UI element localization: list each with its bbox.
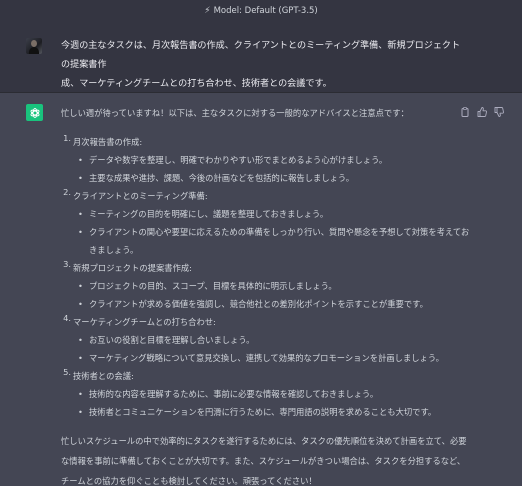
model-header: ⚡ Model: Default (GPT-3.5) [0,0,522,21]
task-point: ミーティングの目的を明確にし、議題を整理しておきましょう。 [73,205,471,223]
assistant-message-text: 忙しい週が待っていますね！以下は、主なタスクに対する一般的なアドバイスと注意点で… [61,104,471,486]
task-item: 4. マーケティングチームとの打ち合わせ: お互いの役割と目標を理解し合いましょ… [61,313,471,367]
user-message: 今週の主なタスクは、月次報告書の作成、クライアントとのミーティング準備、新規プロ… [0,21,522,93]
task-points: 技術的な内容を理解するために、事前に必要な情報を確認しておきましょう。 技術者と… [73,385,471,421]
assistant-closing: 忙しいスケジュールの中で効率的にタスクを遂行するためには、タスクの優先順位を決め… [61,436,467,486]
task-point: マーケティング戦略について意見交換し、連携して効果的なプロモーションを計画しまし… [73,349,471,367]
user-avatar [26,38,42,54]
task-point: 技術者とコミュニケーションを円滑に行うために、専門用語の説明を求めることも大切で… [73,403,471,421]
thumbs-up-icon[interactable] [477,107,487,117]
chat-page: ⚡ Model: Default (GPT-3.5) 今週の主なタスクは、月次報… [0,0,522,486]
task-point: プロジェクトの目的、スコープ、目標を具体的に明示しましょう。 [73,277,471,295]
task-title: クライアントとのミーティング準備: [73,191,208,201]
task-item: 5. 技術者との会議: 技術的な内容を理解するために、事前に必要な情報を確認して… [61,367,471,421]
thumbs-down-icon[interactable] [494,107,504,117]
task-points: プロジェクトの目的、スコープ、目標を具体的に明示しましょう。 クライアントが求め… [73,277,471,313]
task-points: ミーティングの目的を明確にし、議題を整理しておきましょう。 クライアントの関心や… [73,205,471,259]
user-message-text: 今週の主なタスクは、月次報告書の作成、クライアントとのミーティング準備、新規プロ… [61,41,461,89]
task-point: クライアントの関心や要望に応えるための準備をしっかり行い、質問や懸念を予想して対… [73,223,471,259]
task-title: 技術者との会議: [73,371,134,381]
assistant-message: 忙しい週が待っていますね！以下は、主なタスクに対する一般的なアドバイスと注意点で… [0,93,522,486]
task-point: クライアントが求める価値を強調し、競合他社との差別化ポイントを示すことが重要です… [73,295,471,313]
task-item: 1. 月次報告書の作成: データや数字を整理し、明確でわかりやすい形でまとめるよ… [61,133,471,187]
openai-logo-icon [26,104,43,121]
assistant-intro: 忙しい週が待っていますね！以下は、主なタスクに対する一般的なアドバイスと注意点で… [61,108,409,118]
bolt-icon: ⚡ [204,5,211,16]
task-title: 新規プロジェクトの提案書作成: [73,263,192,273]
task-points: お互いの役割と目標を理解し合いましょう。 マーケティング戦略について意見交換し、… [73,331,471,367]
task-title: 月次報告書の作成: [73,137,143,147]
model-label: Model: Default (GPT-3.5) [213,5,318,16]
task-point: お互いの役割と目標を理解し合いましょう。 [73,331,471,349]
task-point: 主要な成果や進捗、課題、今後の計画などを包括的に報告しましょう。 [73,169,471,187]
task-title: マーケティングチームとの打ち合わせ: [73,317,216,327]
task-point: 技術的な内容を理解するために、事前に必要な情報を確認しておきましょう。 [73,385,471,403]
task-item: 2. クライアントとのミーティング準備: ミーティングの目的を明確にし、議題を整… [61,187,471,259]
task-number: 1. [63,133,71,143]
task-list: 1. 月次報告書の作成: データや数字を整理し、明確でわかりやすい形でまとめるよ… [61,133,471,421]
task-points: データや数字を整理し、明確でわかりやすい形でまとめるよう心がけましょう。 主要な… [73,151,471,187]
task-number: 2. [63,187,71,197]
task-number: 4. [63,313,71,323]
task-point: データや数字を整理し、明確でわかりやすい形でまとめるよう心がけましょう。 [73,151,471,169]
task-number: 5. [63,367,71,377]
task-number: 3. [63,259,71,269]
task-item: 3. 新規プロジェクトの提案書作成: プロジェクトの目的、スコープ、目標を具体的… [61,259,471,313]
